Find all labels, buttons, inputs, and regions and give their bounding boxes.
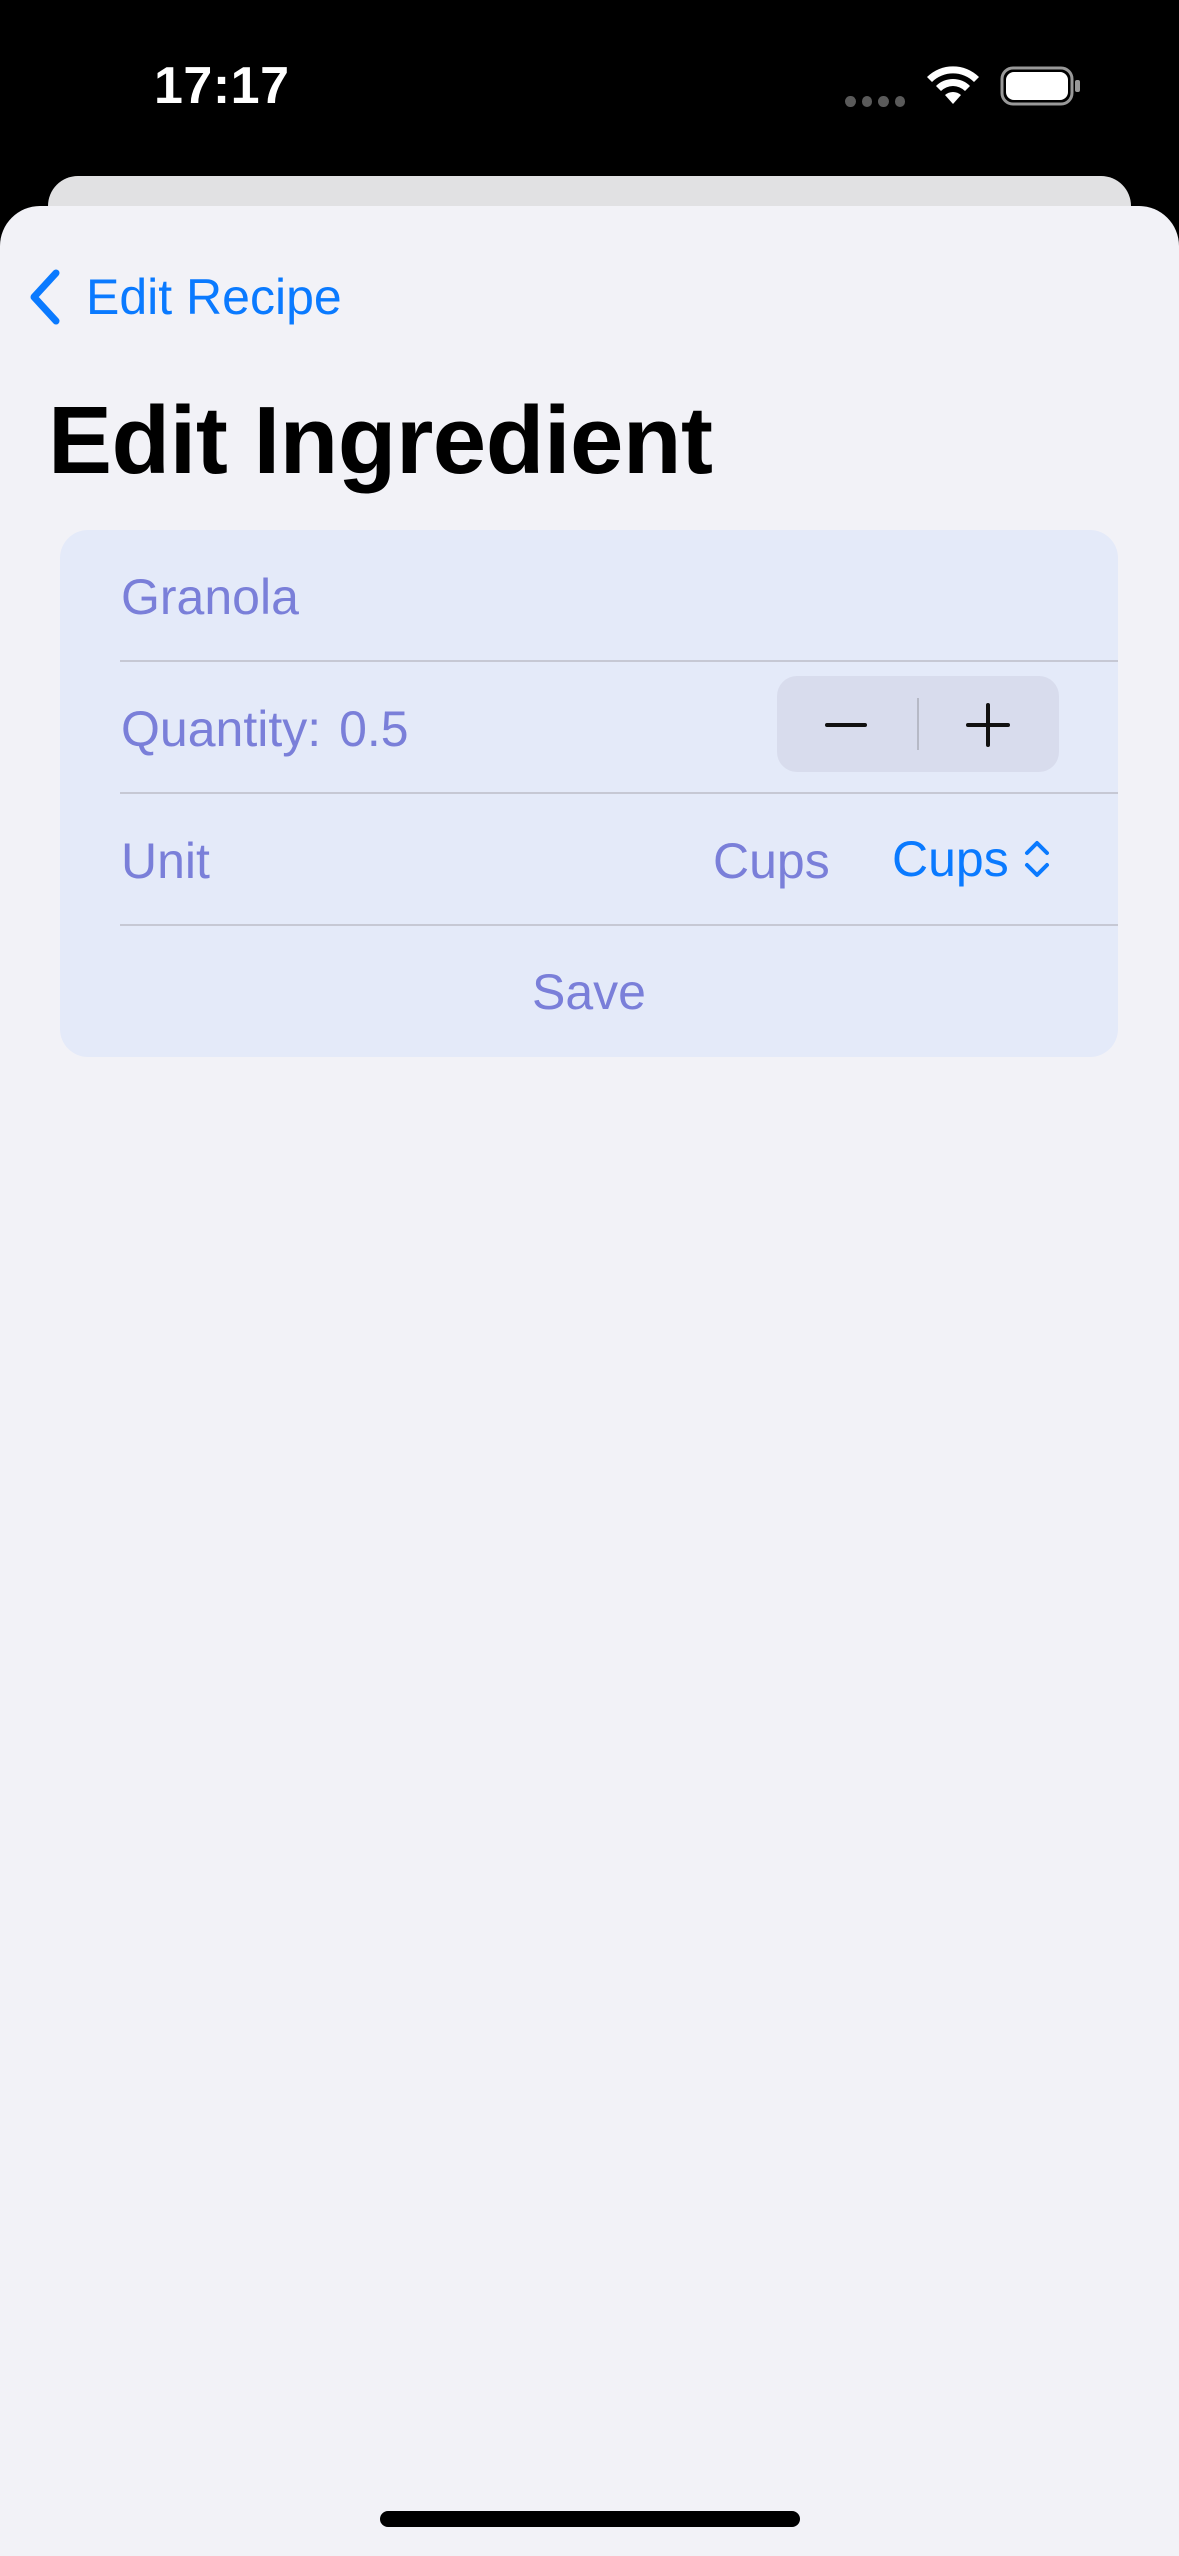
save-button[interactable]: Save xyxy=(60,926,1118,1057)
minus-icon xyxy=(825,723,867,727)
back-button[interactable]: Edit Recipe xyxy=(24,262,342,332)
unit-label: Unit xyxy=(121,833,210,889)
chevron-left-icon xyxy=(30,269,60,325)
decrement-button[interactable] xyxy=(777,676,918,772)
wifi-icon xyxy=(927,66,979,104)
chevron-up-down-icon xyxy=(1024,841,1049,877)
unit-picker-value: Cups xyxy=(892,831,1009,887)
name-row[interactable]: Granola xyxy=(60,530,1118,662)
battery-icon xyxy=(1000,66,1080,106)
save-row: Save xyxy=(60,926,1118,1057)
unit-picker[interactable]: Cups xyxy=(892,824,1051,894)
increment-button[interactable] xyxy=(918,676,1059,772)
back-button-label: Edit Recipe xyxy=(86,269,342,325)
unit-row: Unit Cups Cups xyxy=(60,794,1118,926)
page-title: Edit Ingredient xyxy=(48,387,713,494)
ingredient-name-field[interactable]: Granola xyxy=(121,568,299,626)
screen: 17:17 Edit Recipe Edit Ingredient Granol… xyxy=(0,0,1179,2556)
ingredient-form: Granola Quantity: 0.5 Unit Cups Cups Sav… xyxy=(60,530,1118,1057)
status-time: 17:17 xyxy=(154,57,290,115)
cellular-dots-icon xyxy=(845,96,905,108)
edit-ingredient-sheet: Edit Recipe Edit Ingredient Granola Quan… xyxy=(0,206,1179,2556)
quantity-value: 0.5 xyxy=(339,701,409,757)
unit-current-value: Cups xyxy=(713,833,830,889)
quantity-text: Quantity: 0.5 xyxy=(121,700,409,758)
home-indicator[interactable] xyxy=(380,2511,800,2527)
quantity-row: Quantity: 0.5 xyxy=(60,662,1118,794)
quantity-label: Quantity: xyxy=(121,701,322,757)
quantity-stepper[interactable] xyxy=(777,676,1059,772)
status-bar: 17:17 xyxy=(0,0,1179,170)
plus-icon xyxy=(966,703,1010,747)
